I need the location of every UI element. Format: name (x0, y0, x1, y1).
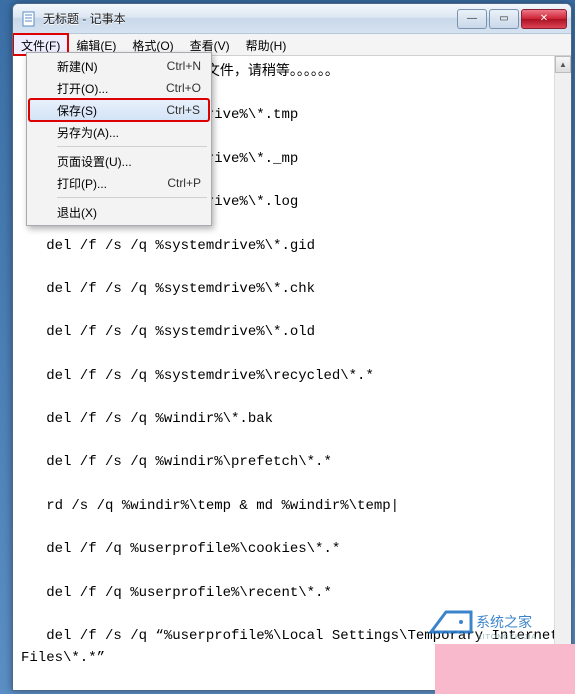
close-button[interactable]: ✕ (521, 9, 567, 29)
file-dropdown-menu: 新建(N) Ctrl+N 打开(O)... Ctrl+O 保存(S) Ctrl+… (26, 52, 212, 226)
scroll-track[interactable] (555, 73, 571, 673)
menu-item-shortcut: Ctrl+O (166, 81, 201, 95)
menu-item-shortcut: Ctrl+S (166, 103, 200, 117)
vertical-scrollbar[interactable]: ▲ ▼ (554, 56, 571, 690)
scroll-up-button[interactable]: ▲ (555, 56, 571, 73)
menu-item-shortcut: Ctrl+P (167, 176, 201, 190)
menu-item-label: 保存(S) (57, 102, 97, 119)
svg-text:系统之家: 系统之家 (476, 614, 532, 631)
svg-text:XITONGZHIJIA: XITONGZHIJIA (477, 634, 537, 641)
menu-save-as[interactable]: 另存为(A)... (29, 121, 209, 143)
menu-help[interactable]: 帮助(H) (238, 34, 295, 55)
menu-open[interactable]: 打开(O)... Ctrl+O (29, 77, 209, 99)
watermark-logo: 系统之家 XITONGZHIJIA (421, 592, 541, 642)
menu-new[interactable]: 新建(N) Ctrl+N (29, 55, 209, 77)
menu-save[interactable]: 保存(S) Ctrl+S (29, 99, 209, 121)
menu-separator (57, 197, 207, 198)
titlebar[interactable]: 无标题 - 记事本 — ▭ ✕ (13, 4, 571, 34)
menu-item-label: 退出(X) (57, 204, 97, 221)
minimize-button[interactable]: — (457, 9, 487, 29)
menu-item-shortcut: Ctrl+N (167, 59, 201, 73)
menu-item-label: 页面设置(U)... (57, 153, 132, 170)
menu-item-label: 打印(P)... (57, 175, 107, 192)
menu-print[interactable]: 打印(P)... Ctrl+P (29, 172, 209, 194)
menu-item-label: 新建(N) (57, 58, 98, 75)
menu-exit[interactable]: 退出(X) (29, 201, 209, 223)
window-title: 无标题 - 记事本 (43, 10, 455, 27)
menu-item-label: 另存为(A)... (57, 124, 119, 141)
maximize-button[interactable]: ▭ (489, 9, 519, 29)
menu-page-setup[interactable]: 页面设置(U)... (29, 150, 209, 172)
notepad-icon (21, 11, 37, 27)
menu-separator (57, 146, 207, 147)
menu-item-label: 打开(O)... (57, 80, 108, 97)
pink-overlay (435, 644, 575, 694)
